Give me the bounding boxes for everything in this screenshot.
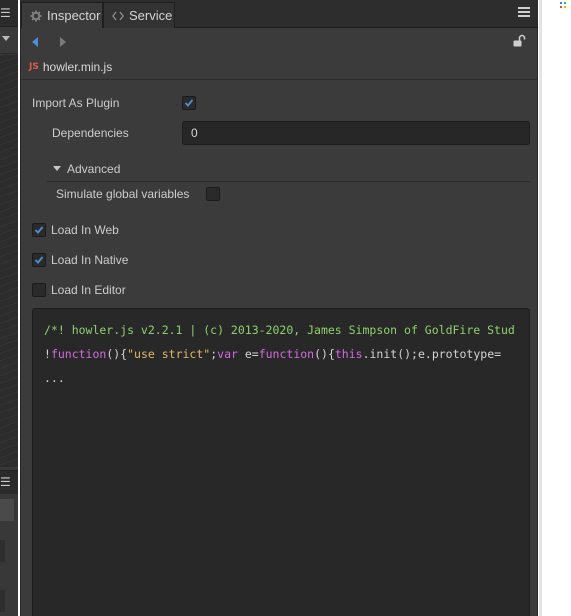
panel-menu-icon[interactable] xyxy=(518,7,530,21)
panel-splitter[interactable] xyxy=(539,0,542,616)
lower-panel-search-input[interactable] xyxy=(0,499,14,521)
tab-inspector-label: Inspector xyxy=(47,8,101,23)
back-arrow-icon[interactable] xyxy=(29,35,41,49)
code-line-comment: /*! howler.js v2.2.1 | (c) 2013-2020, Ja… xyxy=(44,323,515,337)
code-line-ellipsis: ... xyxy=(44,371,65,385)
asset-header: JS howler.min.js xyxy=(21,55,538,80)
left-panel-header: ☰ xyxy=(0,0,18,27)
load-in-web-row: Load In Web xyxy=(51,218,119,242)
tab-service-label: Service xyxy=(129,8,173,23)
unlock-icon[interactable] xyxy=(512,34,526,48)
code-token: var xyxy=(217,347,238,361)
load-in-native-row: Load In Native xyxy=(51,248,128,272)
left-dropdown-caret-icon[interactable] xyxy=(2,36,10,41)
advanced-label: Advanced xyxy=(67,162,121,176)
load-in-editor-row: Load In Editor xyxy=(51,278,126,302)
load-in-native-label: Load In Native xyxy=(51,253,129,267)
dependencies-label: Dependencies xyxy=(52,126,129,140)
simulate-global-row: Simulate global variables xyxy=(56,182,189,206)
lower-panel-item[interactable] xyxy=(0,540,5,562)
gear-icon xyxy=(30,10,42,21)
simulate-global-label: Simulate global variables xyxy=(56,187,190,201)
checkmark-icon xyxy=(34,256,44,264)
checkmark-icon xyxy=(34,226,44,234)
advanced-section-toggle[interactable]: Advanced xyxy=(52,157,120,181)
color-dots-icon xyxy=(560,2,570,8)
load-in-native-checkbox[interactable] xyxy=(32,253,46,267)
dependencies-value: 0 xyxy=(191,126,198,140)
lower-panel-item[interactable] xyxy=(0,590,5,612)
right-canvas-edge xyxy=(539,0,571,616)
left-panel-toolbar xyxy=(0,28,18,54)
asset-name: howler.min.js xyxy=(42,60,113,74)
code-token: (){ xyxy=(106,347,128,361)
code-icon xyxy=(112,11,124,20)
code-line-source: !function(){"use strict";var e=function(… xyxy=(44,347,501,361)
simulate-global-checkbox[interactable] xyxy=(206,187,220,201)
scene-viewport[interactable] xyxy=(0,55,18,467)
load-in-editor-label: Load In Editor xyxy=(51,283,126,297)
code-token: function xyxy=(50,347,107,361)
import-as-plugin-checkbox[interactable] xyxy=(182,96,196,110)
dependencies-input[interactable]: 0 xyxy=(182,121,530,145)
checkmark-icon xyxy=(184,99,194,107)
left-panel-edge: ☰ ☰ xyxy=(0,0,18,616)
js-file-icon: JS xyxy=(29,62,39,72)
code-token: (){ xyxy=(314,347,335,361)
load-in-web-checkbox[interactable] xyxy=(32,223,46,237)
inspector-panel: Inspector Service JS howler.min.js Impor… xyxy=(20,0,538,616)
code-token: function xyxy=(258,347,315,361)
code-token: "use strict" xyxy=(127,347,211,361)
code-token: e= xyxy=(237,347,259,361)
load-in-web-label: Load In Web xyxy=(51,223,119,237)
code-token: this xyxy=(334,347,363,361)
import-as-plugin-row: Import As Plugin xyxy=(32,91,119,115)
forward-arrow-icon[interactable] xyxy=(57,35,69,49)
left-panel-menu-icon[interactable]: ☰ xyxy=(0,6,11,20)
tab-inspector[interactable]: Inspector xyxy=(21,2,103,28)
import-as-plugin-label: Import As Plugin xyxy=(32,96,120,110)
tab-bar: Inspector Service xyxy=(21,0,538,28)
tab-service[interactable]: Service xyxy=(103,2,175,28)
code-preview[interactable]: /*! howler.js v2.2.1 | (c) 2013-2020, Ja… xyxy=(32,308,530,616)
code-token: ! xyxy=(44,347,51,361)
inspector-navbar xyxy=(21,29,538,55)
code-token: .init();e.prototype= xyxy=(362,347,502,361)
dependencies-row: Dependencies xyxy=(52,121,129,145)
lower-panel-menu-icon[interactable]: ☰ xyxy=(0,475,11,489)
caret-down-icon xyxy=(53,166,61,171)
load-in-editor-checkbox[interactable] xyxy=(32,283,46,297)
